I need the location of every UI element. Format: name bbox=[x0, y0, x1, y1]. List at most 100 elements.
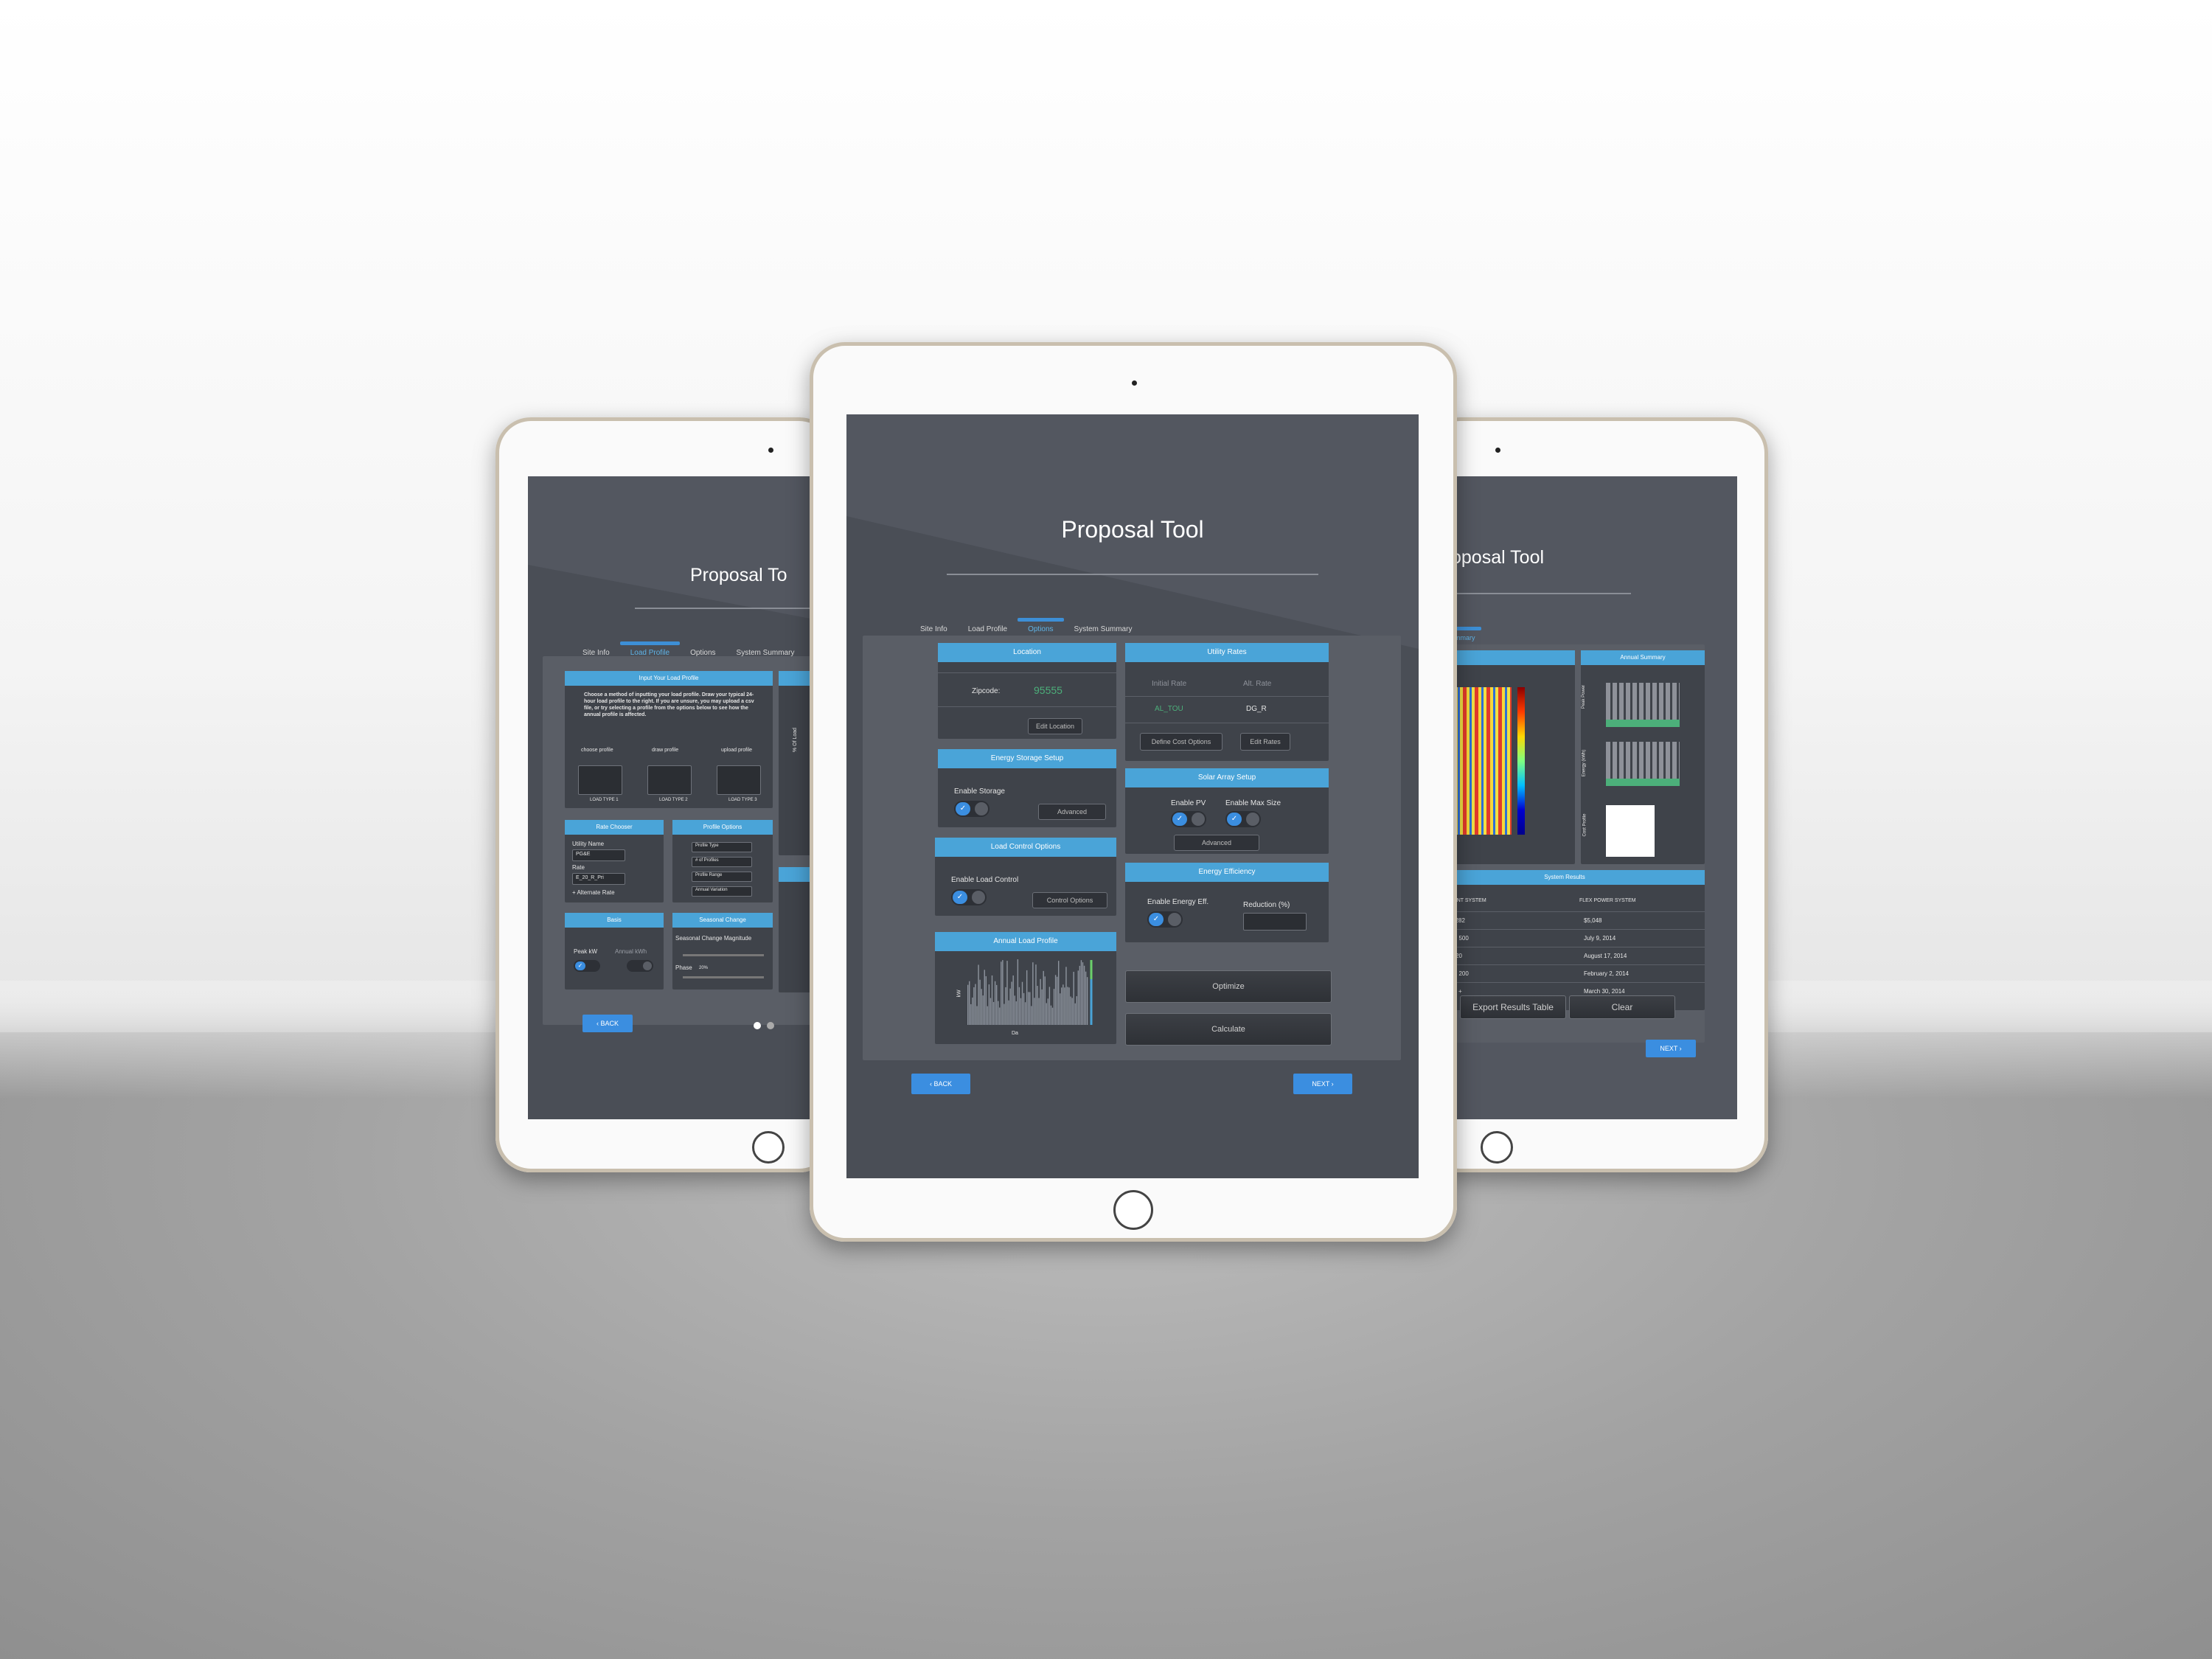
magnitude-slider[interactable] bbox=[683, 954, 764, 956]
home-button-icon[interactable] bbox=[1113, 1190, 1153, 1230]
home-button-icon[interactable] bbox=[1481, 1131, 1513, 1164]
calculate-button[interactable]: Calculate bbox=[1125, 1013, 1332, 1046]
tab-load-profile[interactable]: Load Profile bbox=[958, 625, 1018, 633]
load-bar bbox=[1086, 977, 1088, 1025]
load-bar bbox=[1054, 975, 1057, 1025]
load-bar bbox=[1058, 961, 1060, 1025]
right-tablet: oposal Tool stem Summary Annual Summary … bbox=[1425, 417, 1768, 1172]
reduction-input[interactable] bbox=[1243, 913, 1307, 931]
load-control-panel: Load Control Options Enable Load Control… bbox=[935, 838, 1116, 916]
load-bar bbox=[985, 975, 987, 1025]
edit-location-button[interactable]: Edit Location bbox=[1028, 718, 1082, 734]
load-bar bbox=[1068, 987, 1070, 1025]
alt-rate-value[interactable]: DG_R bbox=[1246, 705, 1267, 713]
load-type-3-thumb[interactable] bbox=[717, 765, 761, 795]
enable-max-size-toggle[interactable]: ✓ bbox=[1225, 811, 1261, 827]
num-profiles-select[interactable]: # of Profiles bbox=[692, 857, 752, 867]
home-button-icon[interactable] bbox=[752, 1131, 785, 1164]
optimize-button[interactable]: Optimize bbox=[1125, 970, 1332, 1003]
load-bar bbox=[1085, 971, 1087, 1025]
table-cell: $5,048 bbox=[1584, 917, 1602, 924]
profile-range-select[interactable]: Profile Range bbox=[692, 872, 752, 882]
load-bar bbox=[1021, 981, 1023, 1025]
load-bar bbox=[1079, 965, 1081, 1025]
back-button[interactable]: ‹ BACK bbox=[911, 1074, 970, 1094]
load-bar bbox=[1038, 998, 1040, 1025]
rate-select[interactable]: E_20_R_Pri bbox=[572, 873, 625, 885]
upload-profile-option[interactable]: upload profile bbox=[721, 748, 752, 753]
load-bar bbox=[1002, 960, 1004, 1025]
load-bar bbox=[1083, 965, 1085, 1025]
profile-type-select[interactable]: Profile Type bbox=[692, 842, 752, 852]
export-results-button[interactable]: Export Results Table bbox=[1460, 995, 1566, 1019]
load-type-1-thumb[interactable] bbox=[578, 765, 622, 795]
page-title: oposal Tool bbox=[1451, 547, 1545, 568]
load-type-2-thumb[interactable] bbox=[647, 765, 692, 795]
choose-profile-option[interactable]: choose profile bbox=[581, 748, 613, 753]
load-bar bbox=[1029, 992, 1031, 1025]
enable-energy-eff-toggle[interactable]: ✓ bbox=[1147, 911, 1183, 928]
load-bar bbox=[1051, 1007, 1054, 1025]
load-bar bbox=[976, 1006, 978, 1025]
load-bar bbox=[1008, 1000, 1009, 1025]
alternate-rate-link[interactable]: + Alternate Rate bbox=[572, 889, 615, 896]
load-bar bbox=[1015, 1001, 1017, 1025]
tab-options[interactable]: Options bbox=[1018, 618, 1065, 633]
tab-system-summary[interactable]: System Summary bbox=[1064, 625, 1143, 633]
input-load-profile-panel: Input Your Load Profile Choose a method … bbox=[565, 671, 773, 808]
utility-name-select[interactable]: PG&E bbox=[572, 849, 625, 861]
load-bar bbox=[1012, 975, 1014, 1025]
define-cost-options-button[interactable]: Define Cost Options bbox=[1140, 733, 1222, 751]
annual-kwh-toggle[interactable] bbox=[627, 960, 653, 972]
tab-site-info[interactable]: Site Info bbox=[910, 625, 958, 633]
load-bar bbox=[1082, 962, 1084, 1025]
basis-panel: Basis Peak kW Annual kWh ✓ bbox=[565, 913, 664, 990]
annual-variation-select[interactable]: Annual Variation bbox=[692, 886, 752, 897]
load-bar bbox=[1043, 970, 1044, 1025]
table-cell: March 30, 2014 bbox=[1584, 988, 1625, 995]
enable-pv-toggle[interactable]: ✓ bbox=[1171, 811, 1206, 827]
profile-options-panel: Profile Options Profile Type # of Profil… bbox=[672, 820, 773, 902]
page-title: Proposal To bbox=[690, 565, 787, 585]
load-bar bbox=[1071, 998, 1073, 1025]
enable-load-control-toggle[interactable]: ✓ bbox=[951, 889, 987, 905]
back-button[interactable]: ‹ BACK bbox=[582, 1015, 633, 1032]
phase-slider[interactable] bbox=[683, 976, 764, 978]
edit-rates-button[interactable]: Edit Rates bbox=[1240, 733, 1290, 751]
title-divider bbox=[947, 574, 1318, 575]
chevron-right-icon: › bbox=[1331, 1080, 1334, 1088]
table-cell: July 9, 2014 bbox=[1584, 935, 1616, 942]
load-bar bbox=[1035, 964, 1037, 1025]
zipcode-input[interactable]: 95555 bbox=[1034, 684, 1062, 696]
load-bar bbox=[972, 997, 973, 1025]
initial-rate-value[interactable]: AL_TOU bbox=[1155, 705, 1183, 713]
storage-advanced-button[interactable]: Advanced bbox=[1038, 804, 1106, 820]
control-options-button[interactable]: Control Options bbox=[1032, 892, 1107, 908]
load-bar bbox=[990, 998, 992, 1025]
load-bar bbox=[1077, 970, 1079, 1025]
load-bar bbox=[979, 979, 981, 1025]
right-screen: oposal Tool stem Summary Annual Summary … bbox=[1425, 476, 1737, 1119]
load-bar bbox=[999, 1007, 1001, 1025]
annual-load-chart bbox=[967, 959, 1093, 1025]
solar-advanced-button[interactable]: Advanced bbox=[1174, 835, 1259, 851]
tab-bar: Site Info Load Profile Options System Su… bbox=[910, 618, 1143, 633]
page-indicator bbox=[754, 1022, 761, 1029]
next-button[interactable]: NEXT › bbox=[1293, 1074, 1352, 1094]
seasonal-change-panel: Seasonal Change Seasonal Change Magnitud… bbox=[672, 913, 773, 990]
next-button[interactable]: NEXT › bbox=[1646, 1040, 1696, 1057]
enable-storage-toggle[interactable]: ✓ bbox=[954, 801, 990, 817]
peak-kw-toggle[interactable]: ✓ bbox=[574, 960, 600, 972]
load-bar bbox=[970, 1004, 972, 1025]
clear-button[interactable]: Clear bbox=[1569, 995, 1675, 1019]
load-bar bbox=[1011, 981, 1012, 1025]
solar-array-panel: Solar Array Setup Enable PV Enable Max S… bbox=[1125, 768, 1329, 854]
load-bar bbox=[1018, 987, 1020, 1025]
camera-icon bbox=[1495, 448, 1500, 453]
draw-profile-option[interactable]: draw profile bbox=[652, 748, 678, 753]
load-bar bbox=[1048, 987, 1051, 1025]
system-results-panel: System Results PRESENT SYSTEM FLEX POWER… bbox=[1425, 870, 1705, 1010]
annual-load-profile-panel: Annual Load Profile kW Da bbox=[935, 932, 1116, 1044]
load-bar bbox=[1032, 962, 1034, 1025]
load-bar bbox=[1065, 967, 1067, 1025]
